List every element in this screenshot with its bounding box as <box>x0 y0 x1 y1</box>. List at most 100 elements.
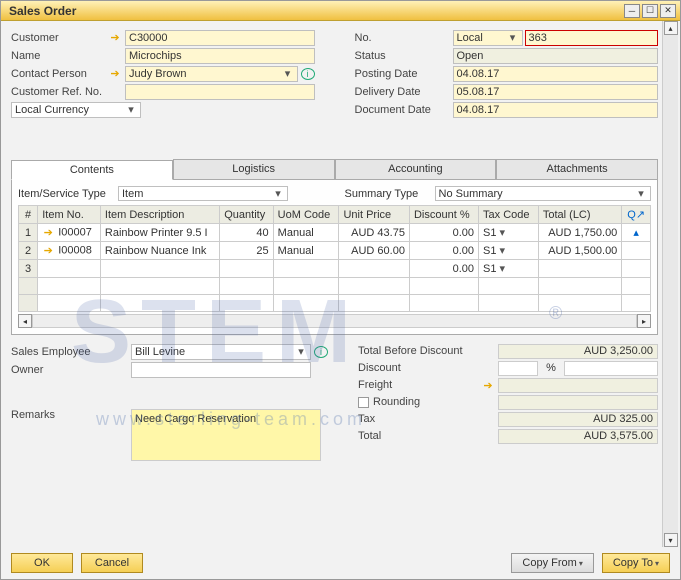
cell-price[interactable] <box>339 260 410 278</box>
tab-accounting[interactable]: Accounting <box>335 159 497 179</box>
maximize-button[interactable]: ☐ <box>642 4 658 18</box>
cell-qty[interactable]: 40 <box>220 224 273 242</box>
disc-val-field[interactable] <box>564 361 658 376</box>
copyto-button[interactable]: Copy To▾ <box>602 553 670 573</box>
rounding-checkbox[interactable] <box>358 397 369 408</box>
table-row[interactable]: 30.00S1 ▾ <box>19 260 651 278</box>
totals-block: Total Before Discount AUD 3,250.00 Disco… <box>358 343 658 462</box>
cell-itemno[interactable] <box>38 260 101 278</box>
chevron-down-icon[interactable]: ▾ <box>635 187 647 200</box>
itemservice-field[interactable]: Item ▾ <box>118 186 288 201</box>
main-vscroll[interactable]: ▴ ▾ <box>662 21 678 547</box>
table-row[interactable] <box>19 278 651 295</box>
summary-field[interactable]: No Summary ▾ <box>435 186 652 201</box>
cell-itemno[interactable]: ➔I00007 <box>38 224 101 242</box>
cell-disc[interactable]: 0.00 <box>409 242 478 260</box>
cell-disc[interactable]: 0.00 <box>409 260 478 278</box>
close-button[interactable]: ✕ <box>660 4 676 18</box>
disc-pct-field[interactable] <box>498 361 538 376</box>
table-row[interactable]: 1➔I00007Rainbow Printer 9.5 I40ManualAUD… <box>19 224 651 242</box>
cell-qty[interactable] <box>220 260 273 278</box>
cell-uom[interactable]: Manual <box>273 242 339 260</box>
goto-arrow-icon[interactable]: ➔ <box>482 379 494 391</box>
cell-price[interactable]: AUD 43.75 <box>339 224 410 242</box>
cell-itemno[interactable]: ➔I00008 <box>38 242 101 260</box>
cell-scroll[interactable] <box>622 260 651 278</box>
no-value-field[interactable]: 363 <box>525 30 659 46</box>
cancel-button[interactable]: Cancel <box>81 553 143 573</box>
tab-attachments[interactable]: Attachments <box>496 159 658 179</box>
cell-desc[interactable]: Rainbow Printer 9.5 I <box>100 224 219 242</box>
name-field[interactable]: Microchips <box>125 48 315 64</box>
minimize-button[interactable]: ─ <box>624 4 640 18</box>
scroll-up-icon[interactable]: ▴ <box>664 21 678 35</box>
posting-label: Posting Date <box>355 68 453 80</box>
tab-logistics[interactable]: Logistics <box>173 159 335 179</box>
no-type-field[interactable]: Local ▾ <box>453 30 523 46</box>
col-expand[interactable]: Q↗ <box>622 206 651 224</box>
tbd-label: Total Before Discount <box>358 345 498 357</box>
info-icon[interactable]: i <box>301 68 315 80</box>
col-qty[interactable]: Quantity <box>220 206 273 224</box>
col-num[interactable]: # <box>19 206 38 224</box>
table-row[interactable]: 2➔I00008Rainbow Nuance Ink25ManualAUD 60… <box>19 242 651 260</box>
scroll-down-icon[interactable]: ▾ <box>664 533 678 547</box>
info-icon[interactable]: i <box>314 346 328 358</box>
chevron-down-icon[interactable]: ▾ <box>507 31 519 44</box>
currency-field[interactable]: Local Currency ▾ <box>11 102 141 118</box>
customer-field[interactable]: C30000 <box>125 30 315 46</box>
table-hscroll[interactable]: ◂ ▸ <box>18 314 651 328</box>
cell-price[interactable]: AUD 60.00 <box>339 242 410 260</box>
copyfrom-button[interactable]: Copy From▾ <box>511 553 593 573</box>
no-label: No. <box>355 32 453 44</box>
cell-tax[interactable]: S1 ▾ <box>479 242 539 260</box>
cell-disc[interactable]: 0.00 <box>409 224 478 242</box>
window-title: Sales Order <box>5 4 622 18</box>
cell-qty[interactable]: 25 <box>220 242 273 260</box>
remarks-field[interactable]: Need Cargo Reservation <box>131 409 321 461</box>
col-tax[interactable]: Tax Code <box>479 206 539 224</box>
no-type-value: Local <box>457 32 483 44</box>
table-row[interactable] <box>19 295 651 312</box>
ok-button[interactable]: OK <box>11 553 73 573</box>
col-disc[interactable]: Discount % <box>409 206 478 224</box>
cref-field[interactable] <box>125 84 315 100</box>
right-column: No. Local ▾ 363 Status Open Posting Date <box>355 29 659 119</box>
col-total[interactable]: Total (LC) <box>538 206 621 224</box>
cell-total[interactable] <box>538 260 621 278</box>
owner-field[interactable] <box>131 362 311 378</box>
tab-contents[interactable]: Contents <box>11 160 173 180</box>
cell-desc[interactable] <box>100 260 219 278</box>
cell-total[interactable]: AUD 1,750.00 <box>538 224 621 242</box>
chevron-down-icon[interactable]: ▾ <box>125 103 137 116</box>
cell-total[interactable]: AUD 1,500.00 <box>538 242 621 260</box>
col-uom[interactable]: UoM Code <box>273 206 339 224</box>
name-label: Name <box>11 50 109 62</box>
table-header-row: # Item No. Item Description Quantity UoM… <box>19 206 651 224</box>
goto-arrow-icon[interactable]: ➔ <box>109 32 121 44</box>
cell-uom[interactable]: Manual <box>273 224 339 242</box>
cell-scroll[interactable] <box>622 242 651 260</box>
chevron-down-icon[interactable]: ▾ <box>272 187 284 200</box>
col-price[interactable]: Unit Price <box>339 206 410 224</box>
delivery-field[interactable]: 05.08.17 <box>453 84 659 100</box>
scroll-right-icon[interactable]: ▸ <box>637 314 651 328</box>
chevron-down-icon[interactable]: ▾ <box>295 345 307 358</box>
scroll-track[interactable] <box>664 35 678 533</box>
scroll-left-icon[interactable]: ◂ <box>18 314 32 328</box>
chevron-down-icon[interactable]: ▾ <box>282 67 294 80</box>
scroll-track[interactable] <box>32 314 637 328</box>
cell-tax[interactable]: S1 ▾ <box>479 224 539 242</box>
cell-desc[interactable]: Rainbow Nuance Ink <box>100 242 219 260</box>
salesemp-field[interactable]: Bill Levine ▾ <box>131 344 311 360</box>
col-itemno[interactable]: Item No. <box>38 206 101 224</box>
cell-uom[interactable] <box>273 260 339 278</box>
posting-field[interactable]: 04.08.17 <box>453 66 659 82</box>
docdate-field[interactable]: 04.08.17 <box>453 102 659 118</box>
rounding-value <box>498 395 658 410</box>
goto-arrow-icon[interactable]: ➔ <box>109 68 121 80</box>
col-desc[interactable]: Item Description <box>100 206 219 224</box>
cell-tax[interactable]: S1 ▾ <box>479 260 539 278</box>
cell-scroll[interactable]: ▴ <box>622 224 651 242</box>
contact-field[interactable]: Judy Brown ▾ <box>125 66 298 82</box>
